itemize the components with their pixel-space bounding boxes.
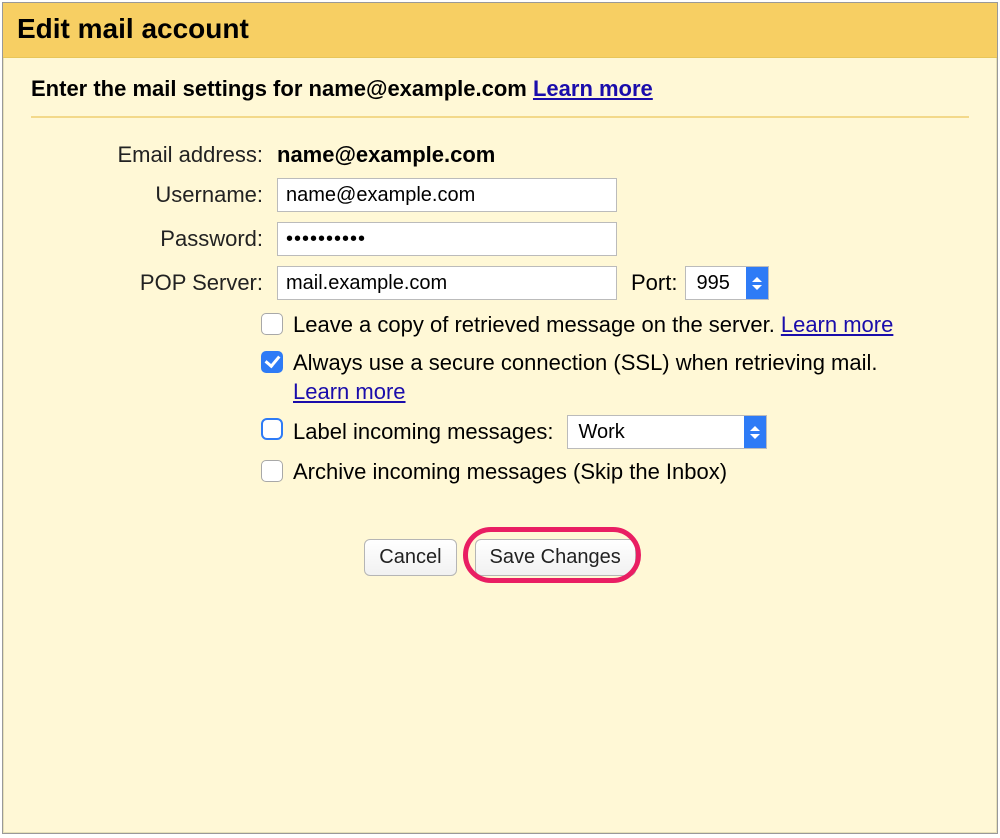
option-ssl-learn-more-link[interactable]: Learn more: [293, 379, 406, 404]
value-email: name@example.com: [277, 142, 495, 168]
option-label-incoming-text: Label incoming messages:: [293, 417, 553, 447]
dialog-content: Enter the mail settings for name@example…: [3, 58, 997, 576]
row-email: Email address: name@example.com: [31, 142, 969, 168]
chevron-updown-icon: [744, 416, 766, 448]
intro-learn-more-link[interactable]: Learn more: [533, 76, 653, 101]
option-leave-copy-text: Leave a copy of retrieved message on the…: [293, 310, 775, 340]
option-label-incoming: Label incoming messages: Work: [31, 415, 969, 449]
option-archive: Archive incoming messages (Skip the Inbo…: [31, 457, 969, 487]
password-input[interactable]: [277, 222, 617, 256]
label-port: Port:: [631, 270, 677, 296]
button-row: Cancel Save Changes: [31, 539, 969, 576]
label-select-value: Work: [568, 419, 654, 446]
row-pop-server: POP Server: Port: 995: [31, 266, 969, 300]
label-select[interactable]: Work: [567, 415, 767, 449]
username-input[interactable]: [277, 178, 617, 212]
intro-prefix: Enter the mail settings for: [31, 76, 302, 101]
row-username: Username:: [31, 178, 969, 212]
row-password: Password:: [31, 222, 969, 256]
options-group: Leave a copy of retrieved message on the…: [31, 310, 969, 487]
option-archive-text: Archive incoming messages (Skip the Inbo…: [293, 457, 727, 487]
label-email: Email address:: [31, 142, 277, 168]
checkbox-label-incoming[interactable]: [261, 418, 283, 440]
dialog-edit-mail-account: Edit mail account Enter the mail setting…: [2, 2, 998, 834]
save-changes-button[interactable]: Save Changes: [475, 539, 636, 576]
form: Email address: name@example.com Username…: [31, 142, 969, 576]
pop-server-input[interactable]: [277, 266, 617, 300]
chevron-updown-icon: [746, 267, 768, 299]
checkbox-ssl[interactable]: [261, 351, 283, 373]
intro-line: Enter the mail settings for name@example…: [31, 76, 969, 118]
intro-email: name@example.com: [309, 76, 527, 101]
port-select[interactable]: 995: [685, 266, 769, 300]
dialog-title: Edit mail account: [17, 13, 983, 45]
option-leave-copy: Leave a copy of retrieved message on the…: [31, 310, 969, 340]
option-ssl: Always use a secure connection (SSL) whe…: [31, 348, 969, 407]
option-ssl-text: Always use a secure connection (SSL) whe…: [293, 350, 878, 375]
option-leave-copy-learn-more-link[interactable]: Learn more: [781, 310, 894, 340]
cancel-button[interactable]: Cancel: [364, 539, 456, 576]
label-pop-server: POP Server:: [31, 270, 277, 296]
dialog-titlebar: Edit mail account: [3, 3, 997, 58]
checkbox-leave-copy[interactable]: [261, 313, 283, 335]
checkbox-archive[interactable]: [261, 460, 283, 482]
label-password: Password:: [31, 226, 277, 252]
label-username: Username:: [31, 182, 277, 208]
